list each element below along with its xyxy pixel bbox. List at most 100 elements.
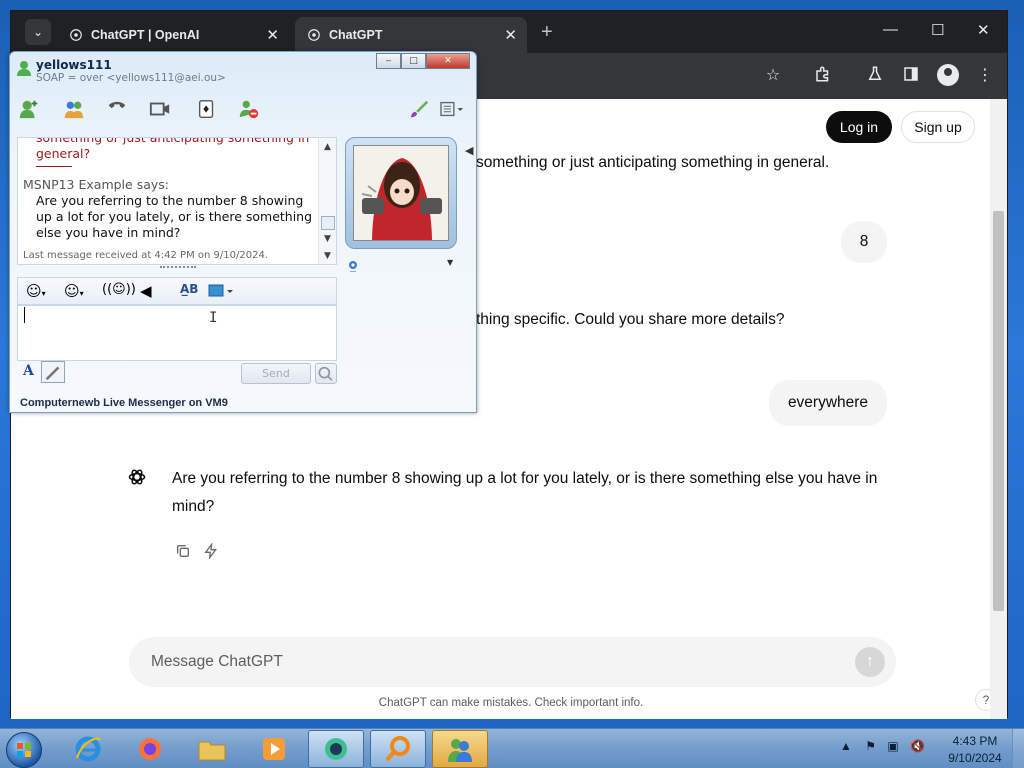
window-caption-buttons: ‒ □ ✕ [376,53,470,69]
bookmark-star-icon[interactable]: ☆ [761,65,785,87]
file-explorer-icon[interactable] [184,730,240,768]
maximize-icon[interactable]: ☐ [931,21,944,39]
tab-chatgpt[interactable]: ChatGPT ✕ [295,17,527,53]
internet-explorer-icon[interactable] [60,730,116,768]
openai-logo-icon [307,28,321,42]
history-scrollbar[interactable]: ▲ ▼ ▼ [318,138,336,264]
last-received-timestamp: Last message received at 4:42 PM on 9/10… [23,250,268,261]
media-player-icon[interactable] [246,730,302,768]
firefox-icon[interactable] [122,730,178,768]
messenger-conversation-window: ‒ □ ✕ yellows111 SOAP = over <yellows111… [9,51,477,413]
volume-muted-icon[interactable]: 🔇 [910,739,925,753]
minimize-icon[interactable]: ‒ [376,53,401,69]
assistant-message-partial: thing specific. Could you share more det… [476,311,785,328]
clock-date[interactable]: 9/10/2024 [945,751,1005,765]
assistant-message-partial: something or just anticipating something… [476,154,830,171]
page-scrollbar[interactable] [990,99,1007,719]
sender-says-label: MSNP13 Example says: [23,177,169,192]
invite-contact-icon[interactable] [18,98,42,120]
live-messenger-icon[interactable] [432,730,488,768]
send-button[interactable]: Send [241,363,311,384]
message-composer: ↑ [129,637,896,687]
formatting-toolbar: ☺▾ ☺▾ ((☺)) ◀ A̲B [17,277,337,305]
block-contact-icon[interactable] [238,98,262,120]
magnifier-icon[interactable] [370,730,426,768]
emoticon-icon[interactable]: ☺▾ [26,282,46,302]
ibeam-cursor-icon: I [209,310,218,326]
network-icon[interactable]: ▣ [887,739,898,753]
contact-name: yellows111 [36,58,112,72]
regenerate-bolt-icon[interactable] [203,541,221,561]
assistant-message: Are you referring to the number 8 showin… [172,470,878,515]
video-call-icon[interactable] [148,98,172,120]
messenger-taskbar-icon[interactable] [308,730,364,768]
new-tab-icon[interactable]: + [541,21,553,44]
previous-message: something or just anticipating something… [36,137,310,161]
conversation-history: something or just anticipating something… [17,137,337,265]
scroll-down-icon[interactable]: ▼ [324,234,331,244]
close-tab-icon[interactable]: ✕ [504,26,517,44]
close-window-icon[interactable]: ✕ [977,21,990,39]
avatar [353,145,449,241]
font-change-icon[interactable]: A̲B [180,282,198,302]
voice-clip-icon[interactable]: ◀ [140,282,152,302]
user-message-text: everywhere [787,394,869,411]
tab-search-button[interactable]: ⌄ [25,19,51,45]
received-message: Are you referring to the number 8 showin… [36,193,313,240]
buddy-status-icon [16,60,32,76]
signup-button[interactable]: Sign up [901,111,975,143]
scrollbar-thumb[interactable] [321,216,335,230]
games-icon[interactable] [196,98,220,120]
font-icon[interactable]: A [23,363,34,379]
message-input[interactable] [151,651,831,673]
action-center-flag-icon[interactable]: ⚑ [865,739,876,753]
background-image-icon[interactable] [208,282,234,302]
messenger-footer: Computernewb Live Messenger on VM9 [20,397,228,409]
webcam-icon[interactable] [347,257,359,273]
clock-time[interactable]: 4:43 PM [945,734,1005,748]
windows-logo-icon [17,743,31,757]
compose-input[interactable] [18,306,336,360]
close-tab-icon[interactable]: ✕ [266,26,279,44]
arrow-up-icon: ↑ [866,653,874,670]
help-button[interactable]: ? [975,689,991,711]
chevron-down-icon[interactable]: ▼ [447,258,453,267]
resize-grip[interactable] [160,266,196,270]
search-icon[interactable] [315,363,337,384]
send-button[interactable]: ↑ [855,647,885,677]
login-button[interactable]: Log in [826,111,892,143]
theme-brush-icon[interactable] [408,98,432,120]
text-caret [24,307,25,323]
chatgpt-logo-icon [127,467,147,487]
handwriting-pen-icon[interactable] [41,361,65,383]
side-panel-icon[interactable] [899,65,923,87]
close-icon[interactable]: ✕ [426,53,470,69]
show-hidden-icons[interactable]: ▲ [840,739,852,753]
start-button[interactable] [6,732,42,768]
phone-call-icon[interactable] [106,98,130,120]
minimize-icon[interactable]: — [883,21,898,38]
scrollbar-thumb[interactable] [993,211,1004,611]
copy-icon[interactable] [175,543,193,561]
scroll-down-icon[interactable]: ▼ [324,251,331,261]
profile-avatar-icon[interactable] [937,64,959,86]
user-message: everywhere [769,380,887,426]
user-message-text: 8 [859,233,869,250]
share-files-icon[interactable] [62,98,86,120]
windows-taskbar: ▲ ⚑ ▣ 🔇 4:43 PM 9/10/2024 [0,728,1024,768]
extensions-icon[interactable] [811,65,835,87]
messenger-toolbar [10,90,476,126]
wink-icon[interactable]: ☺▾ [64,282,84,302]
tab-chatgpt-openai[interactable]: ChatGPT | OpenAI ✕ [57,17,289,53]
show-desktop-button[interactable] [1012,729,1024,768]
menu-kebab-icon[interactable]: ⋮ [973,65,997,87]
maximize-icon[interactable]: □ [401,53,426,69]
tab-title: ChatGPT | OpenAI [91,28,200,42]
chevron-down-icon: ⌄ [32,25,44,39]
nudge-icon[interactable]: ((☺)) [102,282,136,302]
labs-flask-icon[interactable] [863,65,887,87]
contact-display-picture[interactable] [345,137,457,249]
scroll-up-icon[interactable]: ▲ [324,142,331,152]
show-menu-icon[interactable] [438,98,468,120]
collapse-panel-icon[interactable]: ◀ [465,144,477,168]
